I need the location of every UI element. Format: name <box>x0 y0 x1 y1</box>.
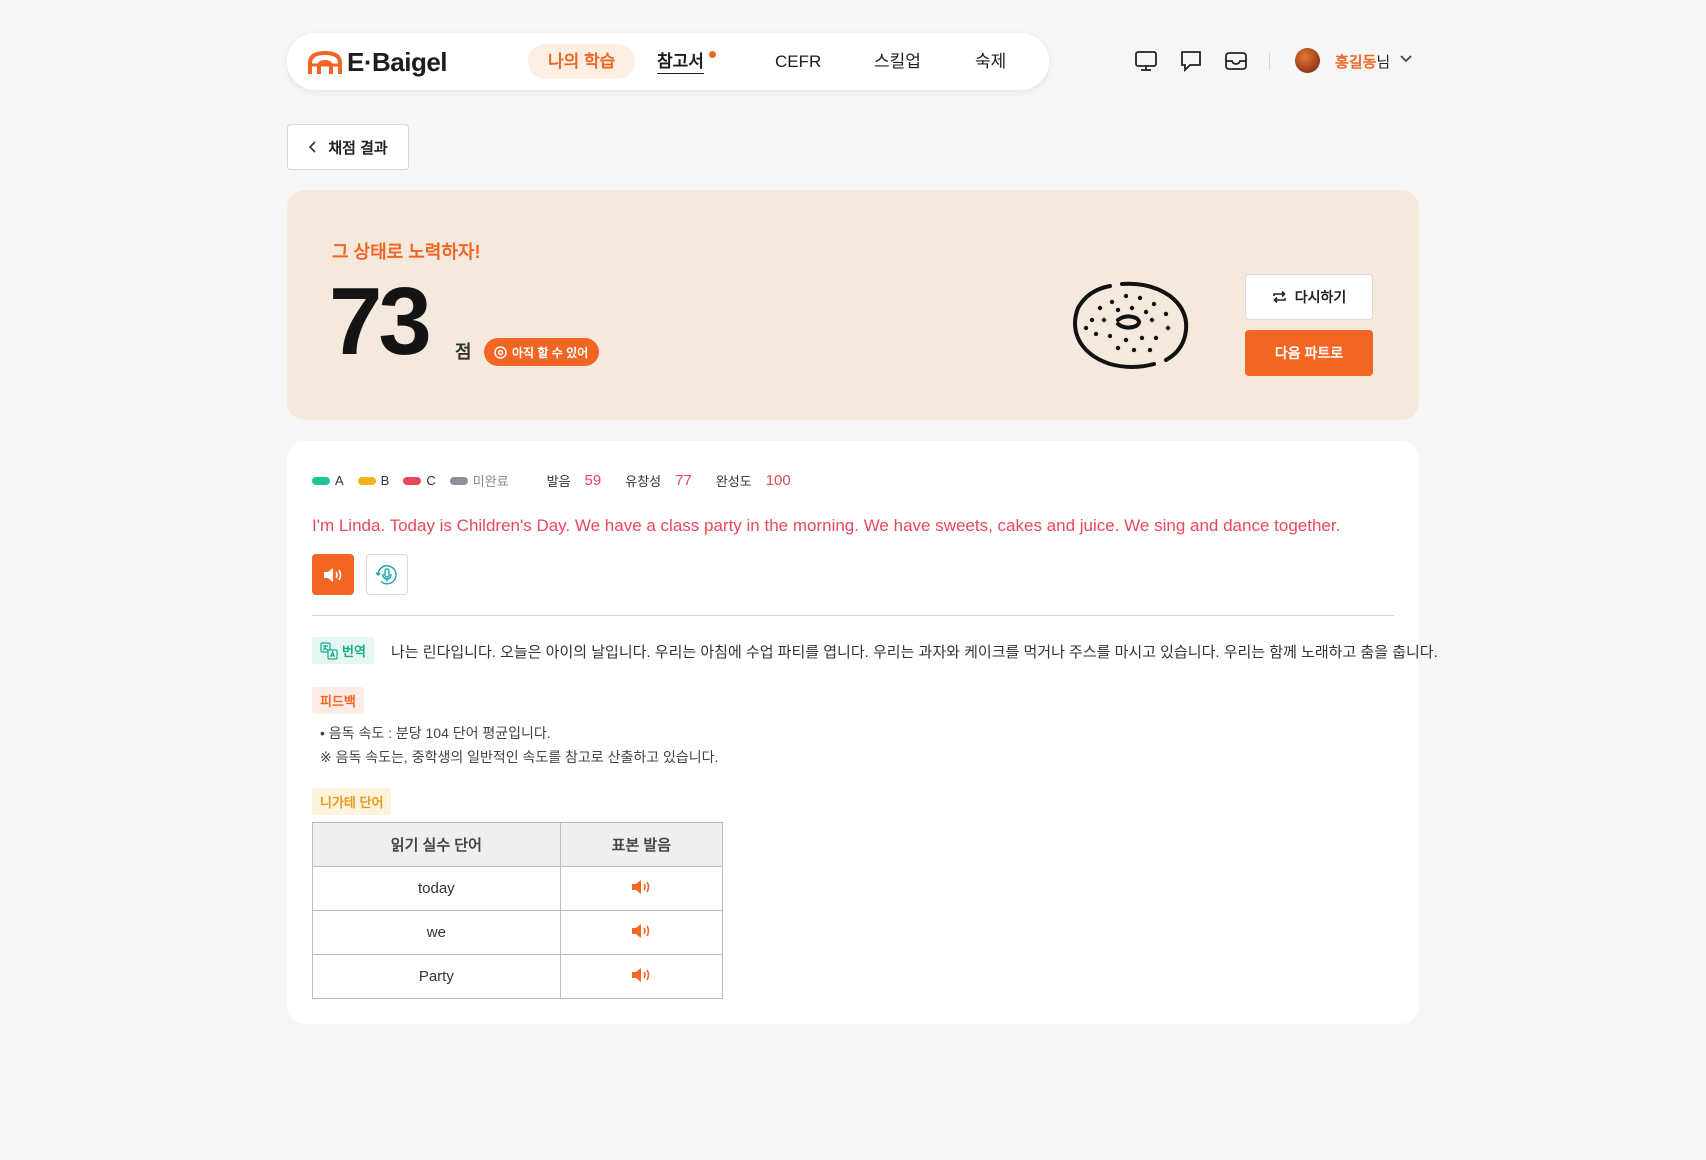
nav-item-my-study[interactable]: 나의 학습 <box>528 44 636 79</box>
logo-text: E·Baigel <box>347 47 448 77</box>
retry-button[interactable]: 다시하기 <box>1245 274 1373 320</box>
nav-item-reference[interactable]: 참고서 <box>637 44 724 79</box>
mail-icon[interactable] <box>1223 48 1249 74</box>
feedback-note: ※ 음독 속도는, 중학생의 일반적인 속도를 참고로 산출하고 있습니다. <box>320 749 719 765</box>
nav-item-cefr[interactable]: CEFR <box>755 44 841 79</box>
legend-item-b: B <box>357 473 389 488</box>
back-button[interactable]: 채점 결과 <box>287 124 409 170</box>
feedback-tag: 피드백 <box>312 687 364 714</box>
word-cell: we <box>312 910 561 955</box>
weak-words-tag: 니가테 단어 <box>312 788 392 815</box>
bagel-logo-icon <box>308 50 342 74</box>
play-audio-button[interactable] <box>312 554 354 595</box>
avatar[interactable] <box>1295 48 1320 73</box>
legend-item-c: C <box>403 473 436 488</box>
speaker-icon[interactable] <box>630 966 652 984</box>
legend-item-a: A <box>312 473 344 488</box>
legend: A B C 미완료 발음 59 유창성 77 완성도 100 <box>312 471 791 490</box>
metric-completeness: 완성도 100 <box>715 472 791 489</box>
table-header-sample: 표본 발음 <box>559 822 724 867</box>
translation-tag: 번역 <box>312 637 374 664</box>
score-card: 그 상태로 노력하자! 73 점 아직 할 수 있어 다시하기 다음 파트로 <box>287 190 1419 420</box>
table-header-word: 읽기 실수 단어 <box>312 822 561 867</box>
monitor-icon[interactable] <box>1133 48 1159 74</box>
nav-item-skillup[interactable]: 스킬업 <box>854 44 941 79</box>
user-name[interactable]: 홍길동님 <box>1335 51 1390 72</box>
my-recording-button[interactable] <box>366 554 408 595</box>
table-row: we <box>312 910 724 955</box>
top-nav: E·Baigel 나의 학습 참고서 CEFR 스킬업 숙제 <box>287 33 1049 90</box>
legend-item-incomplete: 미완료 <box>449 471 509 490</box>
bagel-illustration <box>1073 281 1189 369</box>
result-card: A B C 미완료 발음 59 유창성 77 완성도 100 I'm Linda. T… <box>287 441 1438 1024</box>
sample-audio-cell[interactable] <box>559 866 724 911</box>
word-cell: Party <box>312 954 561 999</box>
nav-item-homework[interactable]: 숙제 <box>955 44 1026 79</box>
table-row: Party <box>312 954 724 999</box>
read-sentence: I'm Linda. Today is Children's Day. We h… <box>312 516 1341 535</box>
chevron-left-icon <box>309 141 316 153</box>
chevron-down-icon[interactable] <box>1399 52 1413 66</box>
score-value: 73 <box>329 268 432 375</box>
metric-pronunciation: 발음 59 <box>546 472 602 489</box>
speaker-icon <box>324 567 342 582</box>
translation-text: 나는 린다입니다. 오늘은 아이의 날입니다. 우리는 아침에 수업 파티를 엽… <box>391 644 1438 661</box>
speaker-icon[interactable] <box>630 878 652 896</box>
sample-audio-cell[interactable] <box>559 954 724 999</box>
chat-icon[interactable] <box>1178 48 1204 74</box>
logo[interactable]: E·Baigel <box>307 47 448 78</box>
word-cell: today <box>312 866 561 911</box>
translate-icon <box>320 641 338 660</box>
encourage-text: 그 상태로 노력하자! <box>332 242 481 262</box>
table-row: today <box>312 866 724 911</box>
weak-words-table: 읽기 실수 단어 표본 발음 today we Party <box>312 822 724 999</box>
metric-fluency: 유창성 77 <box>625 472 692 489</box>
next-part-button[interactable]: 다음 파트로 <box>1245 330 1373 376</box>
repeat-icon <box>1272 290 1286 304</box>
score-unit: 점 <box>455 342 472 362</box>
status-badge: 아직 할 수 있어 <box>484 338 600 366</box>
feedback-speed: • 음독 속도 : 분당 104 단어 평균입니다. <box>320 725 551 741</box>
mic-replay-icon <box>375 564 397 584</box>
bagel-mini-icon <box>494 345 507 359</box>
new-dot <box>708 51 716 58</box>
divider <box>312 615 1394 616</box>
speaker-icon[interactable] <box>630 922 652 940</box>
header-divider <box>1269 52 1270 70</box>
sample-audio-cell[interactable] <box>559 910 724 955</box>
